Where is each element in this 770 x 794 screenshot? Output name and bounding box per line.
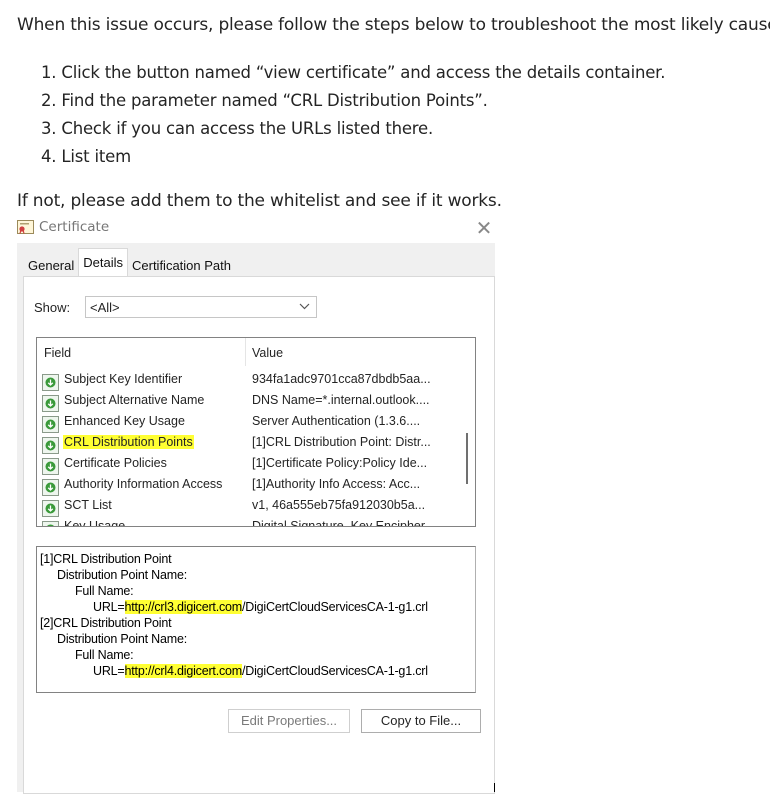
- list-item: 2. Find the parameter named “CRL Distrib…: [41, 91, 488, 110]
- detail-line: Distribution Point Name:: [57, 568, 187, 582]
- list-header: Field Value: [37, 338, 453, 366]
- list-item: 4. List item: [41, 147, 131, 166]
- field-row[interactable]: SCT List v1, 46a555eb75fa912030b5a...: [37, 497, 467, 518]
- tab-general[interactable]: General: [24, 251, 78, 275]
- chevron-down-icon: [299, 296, 310, 323]
- edit-properties-button[interactable]: Edit Properties...: [228, 709, 350, 733]
- field-row[interactable]: Subject Alternative Name DNS Name=*.inte…: [37, 392, 467, 413]
- scrollbar-thumb[interactable]: [466, 433, 468, 484]
- dialog-title: Certificate: [39, 219, 110, 235]
- field-list[interactable]: Field Value Subject Key Identifier 934fa…: [36, 337, 476, 527]
- certificate-icon: [17, 220, 34, 234]
- field-value: Server Authentication (1.3.6....: [252, 414, 421, 428]
- field-row-selected[interactable]: CRL Distribution Points [1]CRL Distribut…: [37, 434, 467, 455]
- detail-line: Distribution Point Name:: [57, 632, 187, 646]
- extension-icon: [42, 395, 59, 412]
- extension-icon: [42, 479, 59, 496]
- field-value: DNS Name=*.internal.outlook....: [252, 393, 430, 407]
- field-row[interactable]: Authority Information Access [1]Authorit…: [37, 476, 467, 497]
- extension-icon: [42, 500, 59, 517]
- field-name: Certificate Policies: [64, 456, 167, 470]
- column-divider[interactable]: [245, 338, 246, 366]
- field-value: v1, 46a555eb75fa912030b5a...: [252, 498, 426, 512]
- close-icon[interactable]: ✕: [474, 218, 494, 238]
- crl-url-link[interactable]: http://crl4.digicert.com: [124, 664, 242, 678]
- show-label: Show:: [34, 300, 71, 315]
- field-name: Enhanced Key Usage: [64, 414, 185, 428]
- steps-list: 1. Click the button named “view certific…: [41, 61, 665, 173]
- field-name: CRL Distribution Points: [63, 435, 194, 449]
- intro-text: When this issue occurs, please follow th…: [17, 15, 770, 35]
- list-item: 1. Click the button named “view certific…: [41, 63, 666, 82]
- crl-url-link[interactable]: http://crl3.digicert.com: [124, 600, 242, 614]
- field-value: [1]Certificate Policy:Policy Ide...: [252, 456, 428, 470]
- certificate-dialog: General Details Certification Path Show:…: [17, 243, 495, 794]
- extension-icon: [42, 437, 59, 454]
- field-name: Authority Information Access: [64, 477, 223, 491]
- copy-to-file-button[interactable]: Copy to File...: [361, 709, 481, 733]
- extension-icon: [42, 458, 59, 475]
- vertical-scrollbar[interactable]: [463, 338, 475, 526]
- field-row[interactable]: Subject Key Identifier 934fa1adc9701cca8…: [37, 371, 467, 392]
- extension-icon: [42, 416, 59, 433]
- show-value: <All>: [90, 300, 120, 315]
- text-cursor: [494, 783, 495, 792]
- tab-certification-path[interactable]: Certification Path: [128, 251, 235, 275]
- detail-url-line: URL=http://crl4.digicert.com/DigiCertClo…: [93, 664, 428, 678]
- detail-line: [1]CRL Distribution Point: [40, 552, 172, 566]
- show-dropdown[interactable]: <All>: [85, 296, 317, 318]
- field-row[interactable]: Enhanced Key Usage Server Authentication…: [37, 413, 467, 434]
- detail-url-line: URL=http://crl3.digicert.com/DigiCertClo…: [93, 600, 428, 614]
- field-value: Digital Signature, Key Encipher...: [252, 519, 435, 527]
- outro-text: If not, please add them to the whitelist…: [17, 191, 502, 211]
- column-header-field[interactable]: Field: [44, 346, 71, 360]
- extension-icon: [42, 521, 59, 526]
- field-row[interactable]: Certificate Policies [1]Certificate Poli…: [37, 455, 467, 476]
- detail-line: Full Name:: [75, 584, 134, 598]
- field-row[interactable]: Key Usage Digital Signature, Key Enciphe…: [37, 518, 467, 527]
- field-value: [1]CRL Distribution Point: Distr...: [252, 435, 431, 449]
- tab-strip: General Details Certification Path: [24, 248, 235, 277]
- field-name: Subject Alternative Name: [64, 393, 205, 407]
- field-name: SCT List: [64, 498, 112, 512]
- detail-line: [2]CRL Distribution Point: [40, 616, 172, 630]
- details-panel: Show: <All> Field Value Subject Key Iden…: [23, 276, 495, 794]
- detail-line: Full Name:: [75, 648, 134, 662]
- detail-textbox[interactable]: [1]CRL Distribution Point Distribution P…: [36, 546, 476, 693]
- field-name: Subject Key Identifier: [64, 372, 183, 386]
- field-value: [1]Authority Info Access: Acc...: [252, 477, 421, 491]
- field-name: Key Usage: [64, 519, 126, 527]
- extension-icon: [42, 374, 59, 391]
- list-item: 3. Check if you can access the URLs list…: [41, 119, 434, 138]
- tab-details[interactable]: Details: [78, 248, 128, 276]
- column-header-value[interactable]: Value: [252, 346, 283, 360]
- dialog-title-bar: Certificate: [17, 219, 109, 235]
- field-value: 934fa1adc9701cca87dbdb5aa...: [252, 372, 431, 386]
